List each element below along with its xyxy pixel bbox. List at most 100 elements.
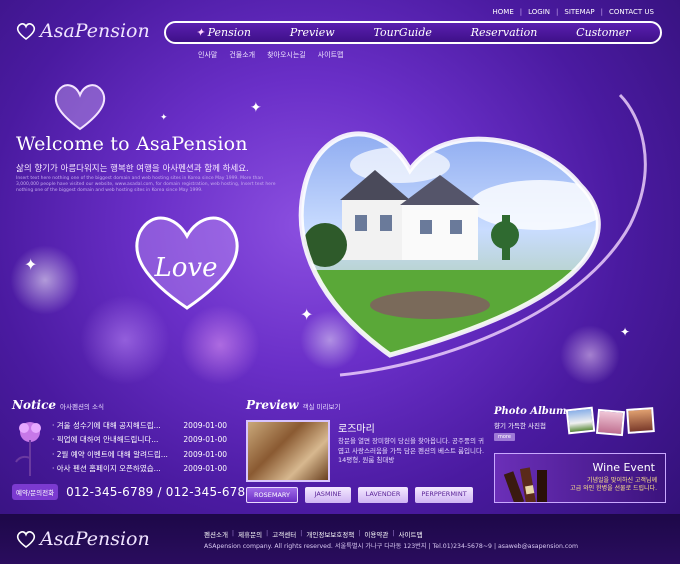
nav-item-customer[interactable]: Customer [576, 26, 630, 39]
sparkle-icon: ✦ [250, 100, 262, 116]
wine-line-1: 기념일을 맞이하신 고객님께 [586, 477, 657, 484]
nav-item-preview[interactable]: Preview [290, 26, 335, 39]
content-area: Notice 아사펜션의 소식 겨울 성수기에 대해 공지해드립... 2009-… [0, 390, 680, 514]
logo-text: AsaPension [40, 20, 150, 42]
heart-icon [16, 23, 36, 40]
preview-subtitle: 객실 미리보기 [302, 403, 341, 411]
bokeh-light [10, 245, 80, 315]
bokeh-light [180, 305, 260, 385]
notice-title: Notice [12, 398, 57, 412]
tab-rosemary[interactable]: ROSEMARY [246, 487, 298, 503]
wine-bottle-icon [503, 467, 547, 502]
preview-heading: Preview 객실 미리보기 [246, 398, 340, 412]
album-photo[interactable] [595, 408, 626, 437]
notice-text: 겨울 성수기에 대해 공지해드립... [52, 420, 161, 431]
sub-nav-greeting[interactable]: 인사말 [198, 50, 217, 60]
footer-links: 펜션소개 | 제휴문의 | 고객센터 | 개인정보보호정책 | 이용약관 | 사이트맵 [204, 529, 422, 539]
notice-date: 2009-01-00 [183, 449, 227, 459]
separator: | [266, 529, 269, 537]
notice-item[interactable]: 2월 예약 이벤트에 대해 알려드립... 2009-01-00 [52, 447, 227, 462]
page: AsaPension HOME | LOGIN | SITEMAP | CONTACT… [0, 0, 680, 564]
sub-nav-sitemap[interactable]: 사이트맵 [318, 50, 344, 60]
album-photo[interactable] [626, 407, 655, 434]
sparkle-icon: ✦ [160, 113, 168, 123]
notice-list: 겨울 성수기에 대해 공지해드립... 2009-01-00 픽업에 대하여 안내… [52, 418, 227, 476]
separator: | [519, 8, 523, 16]
notice-text: 2월 예약 이벤트에 대해 알려드립... [52, 449, 168, 460]
reservation-phone: 예약/문의전화 012-345-6789 / 012-345-6780 [12, 484, 253, 500]
notice-text: 픽업에 대하여 안내해드립니다... [52, 434, 159, 445]
room-photo[interactable] [246, 420, 330, 482]
preview-title: Preview [246, 398, 299, 412]
footer-link[interactable]: 이용약관 [364, 529, 388, 539]
notice-heading: Notice 아사펜션의 소식 [12, 398, 104, 412]
wine-line-2: 고급 와인 한병을 선물로 드립니다. [570, 485, 657, 492]
sparkle-icon: ✦ [24, 255, 38, 274]
star-icon: ✦ [195, 26, 205, 39]
top-link-login[interactable]: LOGIN [528, 8, 550, 16]
phone-label: 예약/문의전화 [12, 484, 59, 500]
notice-date: 2009-01-00 [183, 464, 227, 474]
sparkle-icon: ✦ [620, 325, 631, 339]
nav-label: TourGuide [373, 26, 432, 39]
album-title: Photo Album [494, 406, 567, 417]
heart-icon [16, 531, 36, 548]
separator: | [556, 8, 559, 16]
notice-item[interactable]: 겨울 성수기에 대해 공지해드립... 2009-01-00 [52, 418, 227, 433]
phone-numbers: 012-345-6789 / 012-345-6780 [66, 485, 254, 499]
room-title: 로즈마리 [338, 424, 375, 435]
love-text: Love [154, 253, 218, 283]
top-link-contact[interactable]: CONTACT US [609, 8, 654, 16]
sub-nav: 인사말 건물소개 찾아오시는길 사이트맵 [198, 50, 344, 60]
nav-item-pension[interactable]: ✦ Pension [195, 26, 251, 39]
footer-link[interactable]: 펜션소개 [204, 529, 228, 539]
sub-nav-building[interactable]: 건물소개 [229, 50, 255, 60]
album-photo[interactable] [565, 406, 596, 435]
separator: | [300, 529, 303, 537]
top-link-sitemap[interactable]: SITEMAP [564, 8, 594, 16]
notice-item[interactable]: 픽업에 대하여 안내해드립니다... 2009-01-00 [52, 433, 227, 448]
footer-logo-text: AsaPension [40, 528, 150, 550]
album-more-button[interactable]: more [494, 433, 515, 441]
album-subtitle: 향기 가득한 사진첩 [494, 422, 546, 430]
separator: | [231, 529, 235, 537]
footer-link[interactable]: 개인정보보호정책 [306, 529, 354, 539]
tab-jasmine[interactable]: JASMINE [305, 487, 351, 503]
nav-label: Reservation [470, 26, 538, 39]
footer-copyright: ASApension company. All rights reserved.… [204, 543, 579, 550]
footer-logo[interactable]: AsaPension [16, 528, 150, 550]
separator: | [392, 529, 395, 537]
nav-label: Pension [207, 26, 251, 39]
room-description: 창문을 열면 장미향이 당신을 찾아옵니다. 공주풍의 귀엽고 사랑스러움을 가… [338, 437, 485, 464]
top-links: HOME | LOGIN | SITEMAP | CONTACT US [493, 8, 654, 16]
main-nav: ✦ Pension Preview TourGuide Reservation C… [164, 21, 662, 44]
nav-item-tourguide[interactable]: TourGuide [373, 26, 431, 39]
nav-label: Customer [576, 26, 631, 39]
small-heart-icon [54, 84, 106, 131]
tab-peppermint[interactable]: PERPPERMINT [415, 487, 473, 503]
header: AsaPension HOME | LOGIN | SITEMAP | CONTACT… [0, 0, 680, 75]
hero-tagline: 삶의 향기가 아름다워지는 행복한 여행을 아사펜션과 함께 하세요. [16, 164, 249, 174]
top-link-home[interactable]: HOME [493, 8, 514, 16]
site-logo[interactable]: AsaPension [16, 20, 150, 42]
flower-icon [15, 422, 41, 476]
footer-link[interactable]: 사이트맵 [399, 529, 423, 539]
wine-description: 기념일을 맞이하신 고객님께 고급 와인 한병을 선물로 드립니다. [570, 477, 657, 493]
notice-date: 2009-01-00 [183, 420, 227, 430]
footer-link[interactable]: 고객센터 [272, 529, 296, 539]
notice-date: 2009-01-00 [183, 435, 227, 445]
footer-link[interactable]: 제휴문의 [238, 529, 262, 539]
sub-nav-directions[interactable]: 찾아오시는길 [267, 50, 306, 60]
hero-description: Insert text here nothing one of the bigg… [16, 176, 276, 193]
hero-banner: Love Welcome to AsaPension 삶의 향기가 아름다워지는… [0, 75, 680, 390]
welcome-heading: Welcome to AsaPension [16, 133, 248, 155]
footer: AsaPension 펜션소개 | 제휴문의 | 고객센터 | 개인정보보호정책 | 이… [0, 514, 680, 564]
wine-event-banner[interactable]: Wine Event 기념일을 맞이하신 고객님께 고급 와인 한병을 선물로 … [494, 453, 666, 503]
notice-text: 아사 펜션 홈페이지 오픈하였습... [52, 463, 161, 474]
separator: | [358, 529, 361, 537]
tab-lavender[interactable]: LAVENDER [358, 487, 408, 503]
room-tabs: ROSEMARY JASMINE LAVENDER PERPPERMINT [246, 487, 473, 503]
sparkle-icon: ✦ [300, 305, 314, 324]
notice-item[interactable]: 아사 펜션 홈페이지 오픈하였습... 2009-01-00 [52, 462, 227, 477]
nav-item-reservation[interactable]: Reservation [471, 26, 538, 39]
